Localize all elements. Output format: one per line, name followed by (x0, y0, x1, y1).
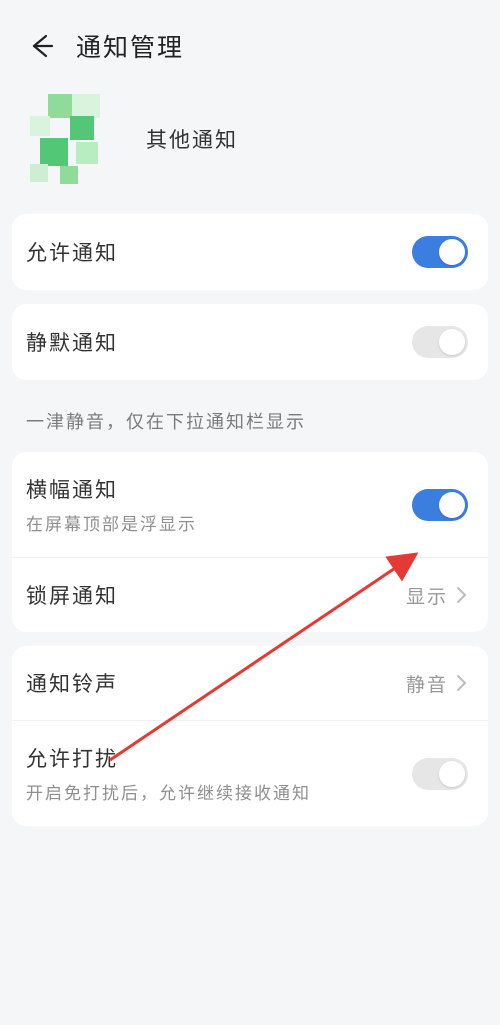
silent-toggle[interactable] (412, 326, 468, 358)
ringtone-label: 通知铃声 (26, 668, 118, 698)
banner-label: 横幅通知 (26, 474, 197, 504)
dnd-label: 允许打扰 (26, 743, 311, 773)
chevron-right-icon (454, 585, 468, 605)
silent-card: 静默通知 (12, 304, 488, 380)
allow-notifications-row[interactable]: 允许通知 (12, 214, 488, 290)
display-card: 横幅通知 在屏幕顶部是浮显示 锁屏通知 显示 (12, 452, 488, 632)
app-name: 其他通知 (146, 124, 238, 154)
silent-hint: 一津静音，仅在下拉通知栏显示 (0, 394, 500, 452)
allow-toggle[interactable] (412, 236, 468, 268)
banner-sub: 在屏幕顶部是浮显示 (26, 510, 197, 535)
lockscreen-value: 显示 (406, 582, 448, 609)
app-icon (30, 94, 120, 184)
sound-card: 通知铃声 静音 允许打扰 开启免打扰后，允许继续接收通知 (12, 646, 488, 826)
ringtone-row[interactable]: 通知铃声 静音 (12, 646, 488, 720)
banner-notifications-row[interactable]: 横幅通知 在屏幕顶部是浮显示 (12, 452, 488, 557)
lockscreen-label: 锁屏通知 (26, 580, 118, 610)
lockscreen-notifications-row[interactable]: 锁屏通知 显示 (12, 557, 488, 632)
allow-card: 允许通知 (12, 214, 488, 290)
allow-label: 允许通知 (26, 237, 118, 267)
chevron-right-icon (454, 673, 468, 693)
page-title: 通知管理 (76, 28, 184, 64)
banner-toggle[interactable] (412, 489, 468, 521)
app-info-row: 其他通知 (0, 84, 500, 214)
dnd-toggle[interactable] (412, 758, 468, 790)
header: 通知管理 (0, 0, 500, 84)
back-icon[interactable] (28, 32, 56, 60)
dnd-row[interactable]: 允许打扰 开启免打扰后，允许继续接收通知 (12, 720, 488, 826)
silent-label: 静默通知 (26, 327, 118, 357)
silent-notifications-row[interactable]: 静默通知 (12, 304, 488, 380)
ringtone-value: 静音 (406, 670, 448, 697)
dnd-sub: 开启免打扰后，允许继续接收通知 (26, 779, 311, 804)
